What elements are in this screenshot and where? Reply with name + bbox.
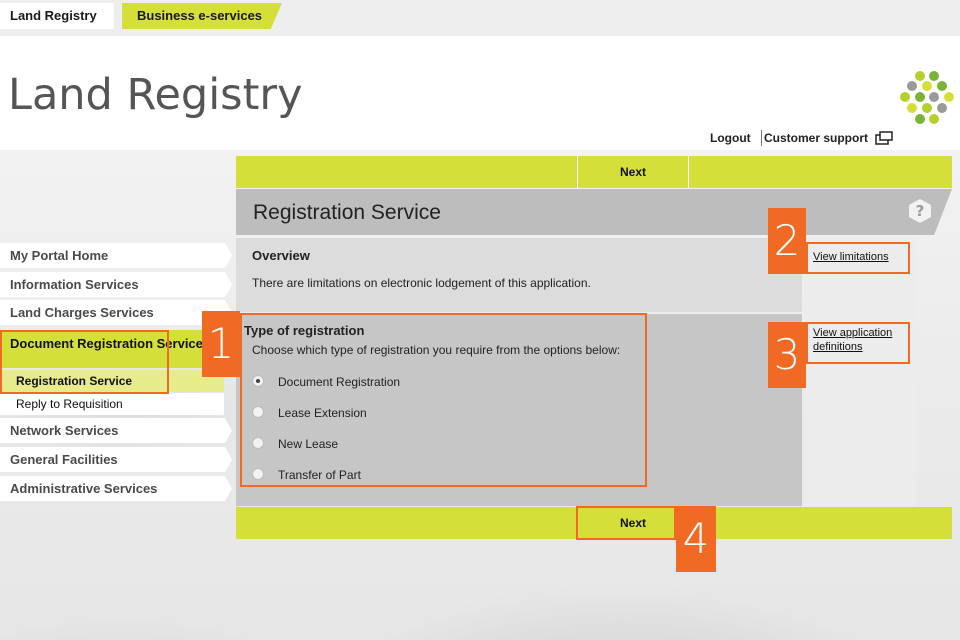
side-links-panel (804, 238, 916, 506)
callout-number-4: 4 (676, 506, 716, 572)
nav-my-portal-home[interactable]: My Portal Home (0, 243, 232, 268)
svg-text:?: ? (916, 202, 925, 220)
nav-information-services[interactable]: Information Services (0, 272, 232, 297)
overview-text: There are limitations on electronic lodg… (252, 276, 591, 290)
callout-box-view-definitions (806, 322, 910, 364)
tab-business-eservices[interactable]: Business e-services (122, 3, 282, 29)
overview-section: Overview There are limitations on electr… (236, 238, 802, 312)
callout-number-3: 3 (768, 322, 806, 388)
customer-support-link[interactable]: Customer support (764, 131, 868, 145)
land-registry-logo: Land Registry (8, 70, 303, 120)
tab-land-registry[interactable]: Land Registry (0, 3, 114, 29)
callout-box-nav (0, 330, 169, 394)
page-title: Registration Service (253, 201, 441, 224)
nav-sub-reply-to-requisition[interactable]: Reply to Requisition (0, 393, 224, 415)
external-window-icon[interactable] (875, 131, 893, 145)
next-button-top[interactable]: Next (578, 156, 688, 188)
callout-box-type-of-registration (240, 313, 647, 487)
callout-number-2: 2 (768, 208, 806, 274)
callout-box-view-limitations (806, 242, 910, 274)
top-action-bar: Next (236, 156, 952, 188)
callout-number-1: 1 (202, 311, 240, 377)
overview-heading: Overview (252, 248, 310, 263)
top-tab-bar: Land Registry Business e-services (0, 0, 960, 36)
land-registry-emblem-icon (900, 71, 954, 124)
help-icon[interactable]: ? (908, 198, 932, 224)
title-bar: Registration Service ? (236, 189, 952, 235)
nav-network-services[interactable]: Network Services (0, 418, 232, 443)
callout-box-next-button (576, 506, 676, 540)
nav-general-facilities[interactable]: General Facilities (0, 447, 232, 472)
nav-administrative-services[interactable]: Administrative Services (0, 476, 232, 501)
nav-land-charges-services[interactable]: Land Charges Services (0, 300, 232, 325)
logout-link[interactable]: Logout (710, 131, 751, 145)
utility-separator (761, 130, 762, 146)
bar-divider (688, 156, 689, 188)
